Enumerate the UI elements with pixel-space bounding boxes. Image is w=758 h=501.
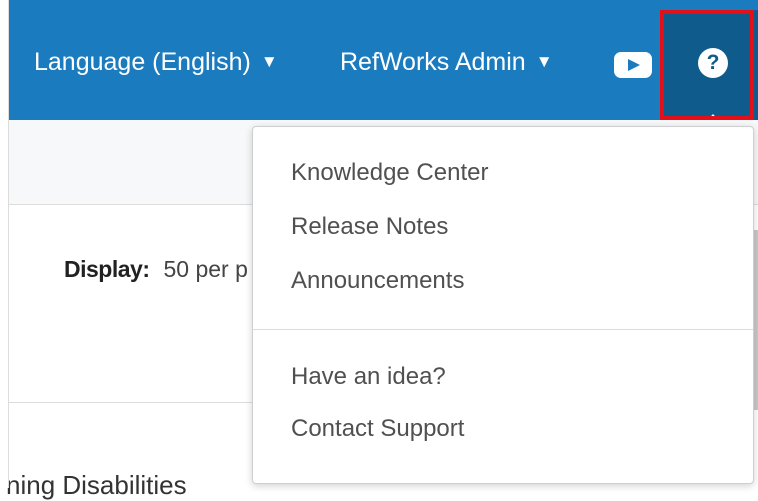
refworks-admin-menu[interactable]: RefWorks Admin ▼ xyxy=(340,44,553,83)
menu-item-release-notes[interactable]: Release Notes xyxy=(291,213,448,241)
left-edge xyxy=(0,0,9,488)
help-dropdown-menu: Knowledge Center Release Notes Announcem… xyxy=(252,126,754,484)
menu-separator xyxy=(253,329,753,330)
language-menu[interactable]: Language (English) ▼ xyxy=(34,44,278,83)
display-value[interactable]: 50 per p xyxy=(163,256,247,282)
caret-down-icon: ▼ xyxy=(260,52,278,71)
admin-label: RefWorks Admin xyxy=(340,48,526,76)
display-setting: Display: 50 per p xyxy=(64,256,248,283)
section-heading-partial: ning Disabilities xyxy=(6,470,187,500)
caret-down-icon: ▼ xyxy=(535,52,553,71)
menu-item-announcements[interactable]: Announcements xyxy=(291,267,464,295)
youtube-icon[interactable] xyxy=(614,52,652,78)
menu-item-knowledge-center[interactable]: Knowledge Center xyxy=(291,159,488,187)
top-navigation-bar: Language (English) ▼ RefWorks Admin ▼ xyxy=(8,0,758,120)
display-label: Display: xyxy=(64,256,150,282)
language-label: Language (English) xyxy=(34,48,251,76)
menu-item-contact-support[interactable]: Contact Support xyxy=(291,415,464,443)
help-button[interactable]: ? xyxy=(662,10,758,123)
menu-item-have-an-idea[interactable]: Have an idea? xyxy=(291,363,446,391)
help-icon: ? xyxy=(698,48,728,78)
